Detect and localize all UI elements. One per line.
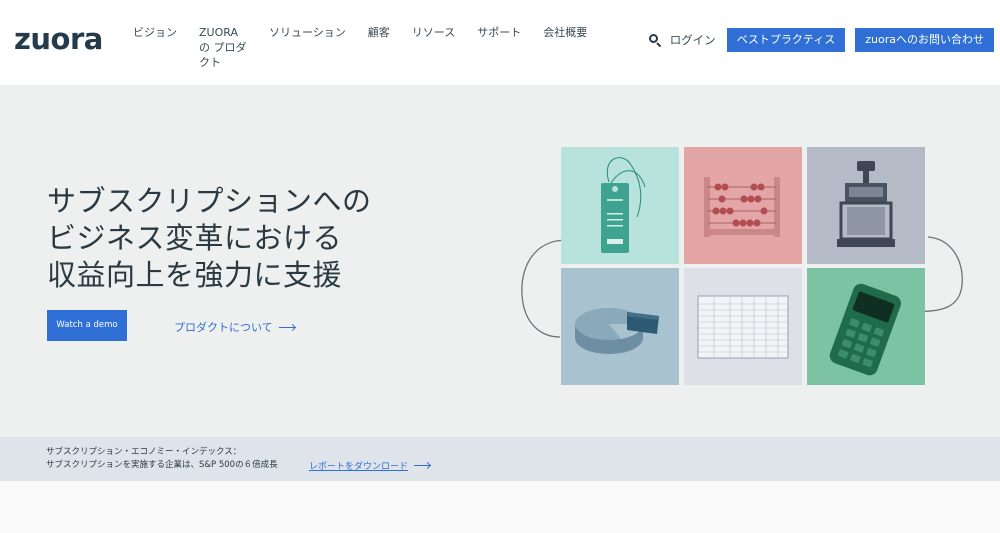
tile-price-tag bbox=[561, 147, 679, 264]
download-report-link[interactable]: レポートをダウンロード bbox=[309, 459, 431, 472]
card-terminal-icon bbox=[829, 283, 901, 376]
nav-item-customers[interactable]: 顧客 bbox=[368, 25, 390, 70]
product-link[interactable]: プロダクトについて bbox=[174, 319, 295, 335]
nav-item-solutions[interactable]: ソリューション bbox=[269, 25, 346, 70]
login-link[interactable]: ログイン bbox=[670, 32, 716, 48]
tile-card-terminal bbox=[807, 268, 925, 385]
tile-abacus bbox=[684, 147, 802, 264]
arrow-right-icon bbox=[278, 326, 295, 328]
zuora-logo[interactable]: zuora bbox=[14, 22, 103, 56]
site-header: zuora ビジョン ZUORAの プロダクト ソリューション 顧客 リソース … bbox=[0, 0, 1000, 85]
hero-section: サブスクリプションへの ビジネス変革における 収益向上を強力に支援 Watch … bbox=[0, 85, 1000, 437]
watch-demo-button[interactable]: Watch a demo bbox=[47, 310, 127, 341]
contact-button[interactable]: zuoraへのお問い合わせ bbox=[855, 28, 994, 52]
index-banner: サブスクリプション・エコノミー・インデックス： サブスクリプションを実施する企業… bbox=[0, 437, 1000, 481]
search-icon[interactable] bbox=[648, 33, 662, 47]
nav-item-vision[interactable]: ビジョン bbox=[133, 25, 177, 70]
hero-title-line-1: サブスクリプションへの bbox=[47, 184, 372, 218]
nav-item-products[interactable]: ZUORAの プロダクト bbox=[199, 25, 247, 70]
hero-title-line-2: ビジネス変革における bbox=[47, 221, 343, 255]
best-practices-button[interactable]: ベストプラクティス bbox=[726, 28, 846, 52]
page-bottom bbox=[0, 481, 1000, 533]
tile-pie-chart bbox=[561, 268, 679, 385]
nav-item-company[interactable]: 会社概要 bbox=[543, 25, 587, 70]
product-link-label: プロダクトについて bbox=[174, 321, 273, 334]
header-actions: ログイン ベストプラクティス zuoraへのお問い合わせ bbox=[648, 28, 994, 52]
tile-stamp bbox=[807, 147, 925, 264]
abacus-icon bbox=[704, 177, 780, 237]
banner-line-2: サブスクリプションを実施する企業は、S&P 500の６倍成長 bbox=[46, 460, 278, 470]
hero-title-line-3: 収益向上を強力に支援 bbox=[47, 258, 343, 292]
stamp-icon bbox=[837, 161, 895, 247]
download-report-label: レポートをダウンロード bbox=[309, 462, 409, 472]
arrow-right-icon bbox=[414, 465, 431, 466]
nav-item-support[interactable]: サポート bbox=[477, 25, 521, 70]
nav-item-resources[interactable]: リソース bbox=[412, 25, 455, 70]
tile-ledger bbox=[684, 268, 802, 385]
banner-line-1: サブスクリプション・エコノミー・インデックス： bbox=[46, 447, 242, 457]
banner-text: サブスクリプション・エコノミー・インデックス： サブスクリプションを実施する企業… bbox=[46, 446, 278, 472]
ledger-icon bbox=[697, 295, 789, 359]
hero-title: サブスクリプションへの ビジネス変革における 収益向上を強力に支援 bbox=[47, 183, 372, 294]
price-tag-icon bbox=[601, 157, 646, 253]
main-nav: ビジョン ZUORAの プロダクト ソリューション 顧客 リソース サポート 会… bbox=[133, 25, 609, 70]
pie-chart-icon bbox=[575, 308, 659, 354]
